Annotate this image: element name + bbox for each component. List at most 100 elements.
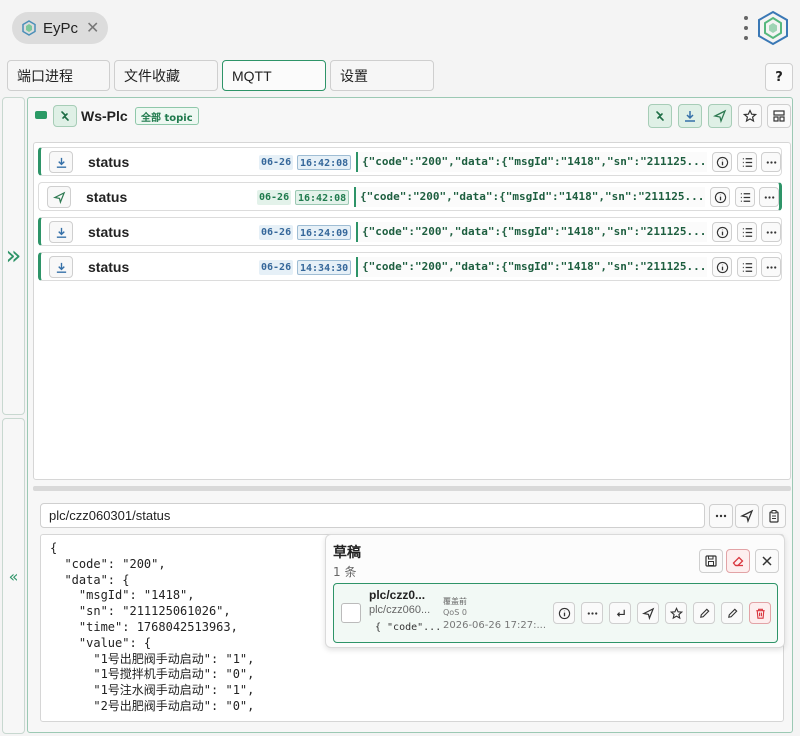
collapse-panel-button[interactable]: « xyxy=(2,418,25,734)
message-time: 16:42:08 xyxy=(295,190,350,205)
save-draft-button[interactable] xyxy=(699,549,723,573)
info-button[interactable] xyxy=(710,187,730,207)
message-date: 06-26 xyxy=(259,225,294,240)
ellipsis-icon xyxy=(766,265,776,269)
draft-favorite-button[interactable] xyxy=(665,602,687,624)
draft-send-button[interactable] xyxy=(637,602,659,624)
topic-filter-badge[interactable]: 全部 topic xyxy=(135,107,199,125)
tab-port-process[interactable]: 端口进程 xyxy=(7,60,110,91)
message-payload-preview[interactable]: {"code":"200","data":{"msgId":"1418","sn… xyxy=(356,222,707,242)
tab-settings[interactable]: 设置 xyxy=(330,60,434,91)
help-button[interactable]: ? xyxy=(765,63,793,91)
message-row[interactable]: status 06-26 16:24:09 {"code":"200","dat… xyxy=(38,217,782,246)
favorite-button[interactable] xyxy=(738,104,762,128)
clear-drafts-button[interactable] xyxy=(726,549,750,573)
ellipsis-icon xyxy=(587,611,597,615)
message-time: 16:42:08 xyxy=(297,155,352,170)
info-icon xyxy=(558,607,570,619)
ellipsis-icon xyxy=(715,514,727,518)
info-button[interactable] xyxy=(712,222,732,242)
connection-toggle-button[interactable] xyxy=(53,105,77,127)
download-icon xyxy=(56,227,66,238)
pencil-icon xyxy=(699,608,709,618)
message-payload-preview[interactable]: {"code":"200","data":{"msgId":"1418","sn… xyxy=(356,257,707,277)
draft-delete-button[interactable] xyxy=(749,602,771,624)
more-button[interactable] xyxy=(759,187,779,207)
list-icon xyxy=(742,262,752,272)
download-icon xyxy=(56,262,66,273)
drafts-count: 1 条 xyxy=(333,565,357,579)
draft-topic: plc/czz0... xyxy=(369,588,426,602)
list-view-button[interactable] xyxy=(735,187,755,207)
message-title: status xyxy=(88,259,130,275)
info-icon xyxy=(716,226,728,238)
publish-options-button[interactable] xyxy=(709,504,733,528)
draft-restore-button[interactable] xyxy=(609,602,631,624)
send-icon xyxy=(641,607,654,620)
subscribe-button[interactable] xyxy=(678,104,702,128)
message-date: 06-26 xyxy=(259,260,294,275)
tab-file-favorites[interactable]: 文件收藏 xyxy=(114,60,218,91)
draft-timestamp: 2026-06-26 17:27:... xyxy=(443,620,547,631)
draft-topic-full: plc/czz060... xyxy=(369,604,431,616)
brand-logo-icon xyxy=(758,10,788,46)
info-icon xyxy=(716,261,728,273)
send-icon xyxy=(713,109,727,123)
info-button[interactable] xyxy=(712,152,732,172)
disconnect-button[interactable] xyxy=(648,104,672,128)
close-tab-icon[interactable]: ✕ xyxy=(86,20,99,36)
draft-info-button[interactable] xyxy=(553,602,575,624)
eraser-icon xyxy=(732,556,744,567)
send-message-button[interactable] xyxy=(735,504,759,528)
list-view-button[interactable] xyxy=(737,152,757,172)
list-view-button[interactable] xyxy=(737,257,757,277)
trash-icon xyxy=(755,608,765,619)
double-chevron-right-icon: » xyxy=(5,241,22,271)
ellipsis-icon xyxy=(766,160,776,164)
app-window: EyPc ✕ 端口进程 文件收藏 MQTT 设置 ? » « Ws-Plc 全部… xyxy=(0,0,800,736)
message-row[interactable]: status 06-26 16:42:08 {"code":"200","dat… xyxy=(38,147,782,176)
close-icon xyxy=(762,556,772,566)
panel-splitter[interactable] xyxy=(33,486,791,491)
message-row[interactable]: status 06-26 14:34:30 {"code":"200","dat… xyxy=(38,252,782,281)
message-title: status xyxy=(88,224,130,240)
message-date: 06-26 xyxy=(257,190,292,205)
clipboard-button[interactable] xyxy=(762,504,786,528)
close-drafts-button[interactable] xyxy=(755,549,779,573)
layout-button[interactable] xyxy=(767,104,791,128)
publish-topic-input[interactable]: plc/czz060301/status xyxy=(40,503,705,528)
draft-qos-label: QoS 0 xyxy=(443,608,467,617)
incoming-indicator xyxy=(49,256,73,278)
draft-more-button[interactable] xyxy=(581,602,603,624)
more-menu-icon[interactable] xyxy=(742,16,750,40)
publish-button[interactable] xyxy=(708,104,732,128)
message-title: status xyxy=(88,154,130,170)
draft-mode-label: 覆盖前 xyxy=(443,597,467,606)
list-icon xyxy=(742,227,752,237)
list-icon xyxy=(740,192,750,202)
more-button[interactable] xyxy=(761,152,781,172)
tab-mqtt[interactable]: MQTT xyxy=(222,60,326,91)
message-payload-preview[interactable]: {"code":"200","data":{"msgId":"1418","sn… xyxy=(354,187,705,207)
title-bar xyxy=(0,0,800,56)
double-chevron-left-icon: « xyxy=(8,566,19,586)
more-button[interactable] xyxy=(761,257,781,277)
star-icon xyxy=(669,606,683,619)
info-button[interactable] xyxy=(712,257,732,277)
drafts-title: 草稿 xyxy=(333,544,361,560)
more-button[interactable] xyxy=(761,222,781,242)
list-view-button[interactable] xyxy=(737,222,757,242)
message-row[interactable]: status 06-26 16:42:08 {"code":"200","dat… xyxy=(38,182,782,211)
list-icon xyxy=(742,157,752,167)
message-payload-preview[interactable]: {"code":"200","data":{"msgId":"1418","sn… xyxy=(356,152,707,172)
draft-edit-button[interactable] xyxy=(693,602,715,624)
incoming-indicator xyxy=(49,221,73,243)
send-icon xyxy=(740,509,754,523)
draft-select-checkbox[interactable] xyxy=(341,603,361,623)
window-tab[interactable]: EyPc ✕ xyxy=(12,12,108,44)
download-icon xyxy=(685,111,695,122)
expand-sidebar-button[interactable]: » xyxy=(2,97,25,415)
draft-rename-button[interactable] xyxy=(721,602,743,624)
download-icon xyxy=(56,157,66,168)
plug-icon xyxy=(656,111,664,121)
